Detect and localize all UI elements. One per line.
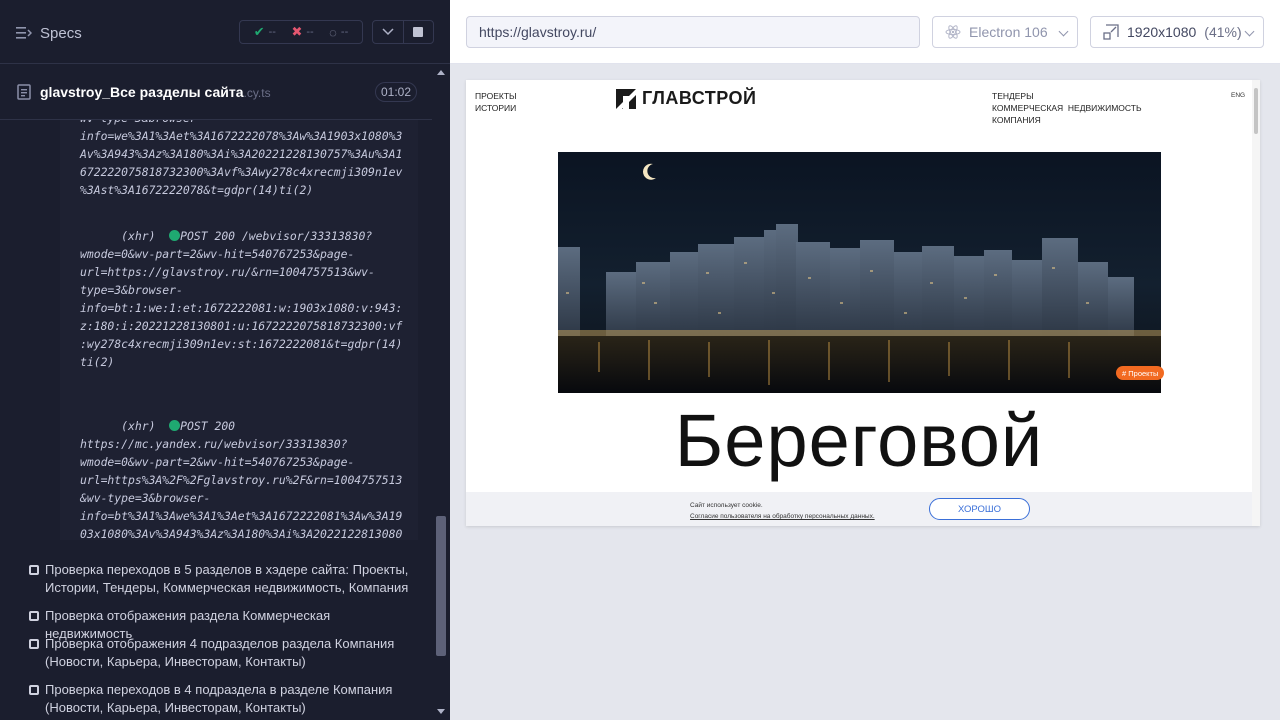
aut-iframe[interactable]: ПРОЕКТЫ ИСТОРИИ ГЛАВСТРОЙ ТЕНДЕРЫ КОММЕР… [466, 80, 1260, 526]
passed-count: -- [268, 26, 276, 38]
log-status: POST 200 /webvisor/33313830? [180, 229, 373, 243]
cookie-accept-button[interactable]: ХОРОШО [929, 498, 1030, 520]
electron-icon [945, 25, 961, 39]
command-log: wv-type=3&browser- info=we%3A1%3Aet%3A16… [60, 120, 418, 540]
cookie-text: Сайт использует cookie. Согласие пользов… [690, 500, 875, 522]
hero-image[interactable] [558, 152, 1161, 393]
scroll-down-icon[interactable] [437, 709, 445, 714]
spec-name: glavstroy_Все разделы сайта [40, 84, 244, 100]
log-body: wmode=0&wv-part=2&wv-hit=540767253&page-… [80, 247, 403, 369]
test-item[interactable]: Проверка переходов в 4 подраздела в разд… [29, 681, 409, 717]
pending-icon: ◌ [329, 24, 337, 40]
city-skyline-illustration [558, 163, 1161, 393]
cross-icon: ✖ [291, 24, 303, 39]
cookie-banner: Сайт использует cookie. Согласие пользов… [466, 492, 1252, 526]
site-nav-right: ТЕНДЕРЫ КОММЕРЧЕСКАЯ НЕДВИЖИМОСТЬ КОМПАН… [992, 90, 1142, 126]
viewport-icon [1103, 24, 1119, 40]
log-entry-xhr[interactable]: (xhr) POST 200 /webvisor/33313830? wmode… [60, 209, 418, 389]
lang-switch[interactable]: ENG [1231, 92, 1245, 99]
run-controls [372, 20, 434, 44]
browser-label: Electron 106 [969, 24, 1048, 40]
stop-button[interactable] [402, 21, 434, 43]
scroll-up-icon[interactable] [437, 70, 445, 75]
reporter-panel: Specs ✔ -- ✖ -- ◌ -- glavstroy_Все разде… [0, 0, 450, 720]
specs-label: Specs [40, 24, 82, 42]
log-prefix: (xhr) [121, 229, 156, 243]
failed-count: -- [306, 26, 314, 38]
checkbox-icon [29, 611, 39, 621]
log-line: wv-type=3&browser- info=we%3A1%3Aet%3A16… [80, 120, 403, 197]
site-nav-left: ПРОЕКТЫ ИСТОРИИ [475, 90, 517, 114]
iframe-scrollbar[interactable] [1252, 80, 1260, 526]
logo-mark-icon [616, 88, 636, 109]
chevron-down-icon [1058, 26, 1069, 37]
cookie-line-1: Сайт использует cookie. [690, 502, 763, 509]
reporter-scrollbar[interactable] [432, 64, 450, 720]
checkbox-icon [29, 565, 39, 575]
specs-button[interactable]: Specs [16, 22, 82, 44]
viewport-scale: (41%) [1204, 24, 1242, 40]
spec-title[interactable]: glavstroy_Все разделы сайта.cy.ts [40, 84, 271, 100]
test-title: Проверка переходов в 4 подраздела в разд… [45, 682, 393, 715]
stat-failed: ✖ -- [291, 24, 313, 40]
cookie-consent-link[interactable]: Согласие пользователя на обработку персо… [690, 511, 875, 522]
viewport-selector[interactable]: 1920x1080 (41%) [1090, 16, 1264, 48]
iframe-scroll-thumb[interactable] [1254, 88, 1258, 134]
spec-timer: 01:02 [375, 82, 417, 102]
status-dot-icon [169, 230, 181, 241]
nav-link-tenders[interactable]: ТЕНДЕРЫ [992, 90, 1142, 102]
file-icon [17, 84, 31, 100]
site-logo[interactable]: ГЛАВСТРОЙ [616, 88, 756, 109]
test-title: Проверка переходов в 5 разделов в хэдере… [45, 562, 409, 595]
collapse-button[interactable] [373, 21, 403, 43]
menu-list-icon [16, 27, 32, 39]
checkbox-icon [29, 639, 39, 649]
test-item[interactable]: Проверка переходов в 5 разделов в хэдере… [29, 561, 409, 597]
log-status: POST 200 [180, 419, 236, 433]
url-bar[interactable]: https://glavstroy.ru/ [466, 16, 920, 48]
aut-header: https://glavstroy.ru/ Electron 106 1920x… [450, 0, 1280, 64]
nav-link-projects[interactable]: ПРОЕКТЫ [475, 90, 517, 102]
nav-link-commercial[interactable]: КОММЕРЧЕСКАЯ НЕДВИЖИМОСТЬ [992, 102, 1142, 114]
chevron-down-icon [382, 28, 394, 36]
status-dot-icon [169, 420, 181, 431]
test-item[interactable]: Проверка отображения 4 подразделов разде… [29, 635, 409, 671]
scroll-thumb[interactable] [436, 516, 446, 656]
nav-link-company[interactable]: КОМПАНИЯ [992, 114, 1142, 126]
stat-pending: ◌ -- [329, 25, 348, 40]
nav-link-stories[interactable]: ИСТОРИИ [475, 102, 517, 114]
reporter-header: Specs ✔ -- ✖ -- ◌ -- [0, 0, 450, 64]
test-title: Проверка отображения 4 подразделов разде… [45, 636, 395, 669]
hero-title: Береговой [674, 399, 1044, 482]
logo-text: ГЛАВСТРОЙ [642, 88, 757, 108]
chevron-down-icon [1244, 26, 1255, 37]
log-prefix: (xhr) [121, 419, 156, 433]
log-body: https://mc.yandex.ru/webvisor/33313830? … [80, 437, 403, 540]
hero-tag[interactable]: # Проекты [1116, 366, 1165, 380]
checkbox-icon [29, 685, 39, 695]
stop-icon [413, 27, 424, 37]
pending-count: -- [340, 26, 349, 38]
test-stats: ✔ -- ✖ -- ◌ -- [239, 20, 363, 44]
browser-selector[interactable]: Electron 106 [932, 16, 1078, 48]
log-entry-xhr[interactable]: (xhr) POST 200 https://mc.yandex.ru/webv… [60, 399, 418, 540]
stat-passed: ✔ -- [254, 24, 276, 40]
viewport-size: 1920x1080 [1127, 24, 1197, 40]
check-icon: ✔ [253, 24, 265, 39]
spec-extension: .cy.ts [243, 86, 271, 100]
